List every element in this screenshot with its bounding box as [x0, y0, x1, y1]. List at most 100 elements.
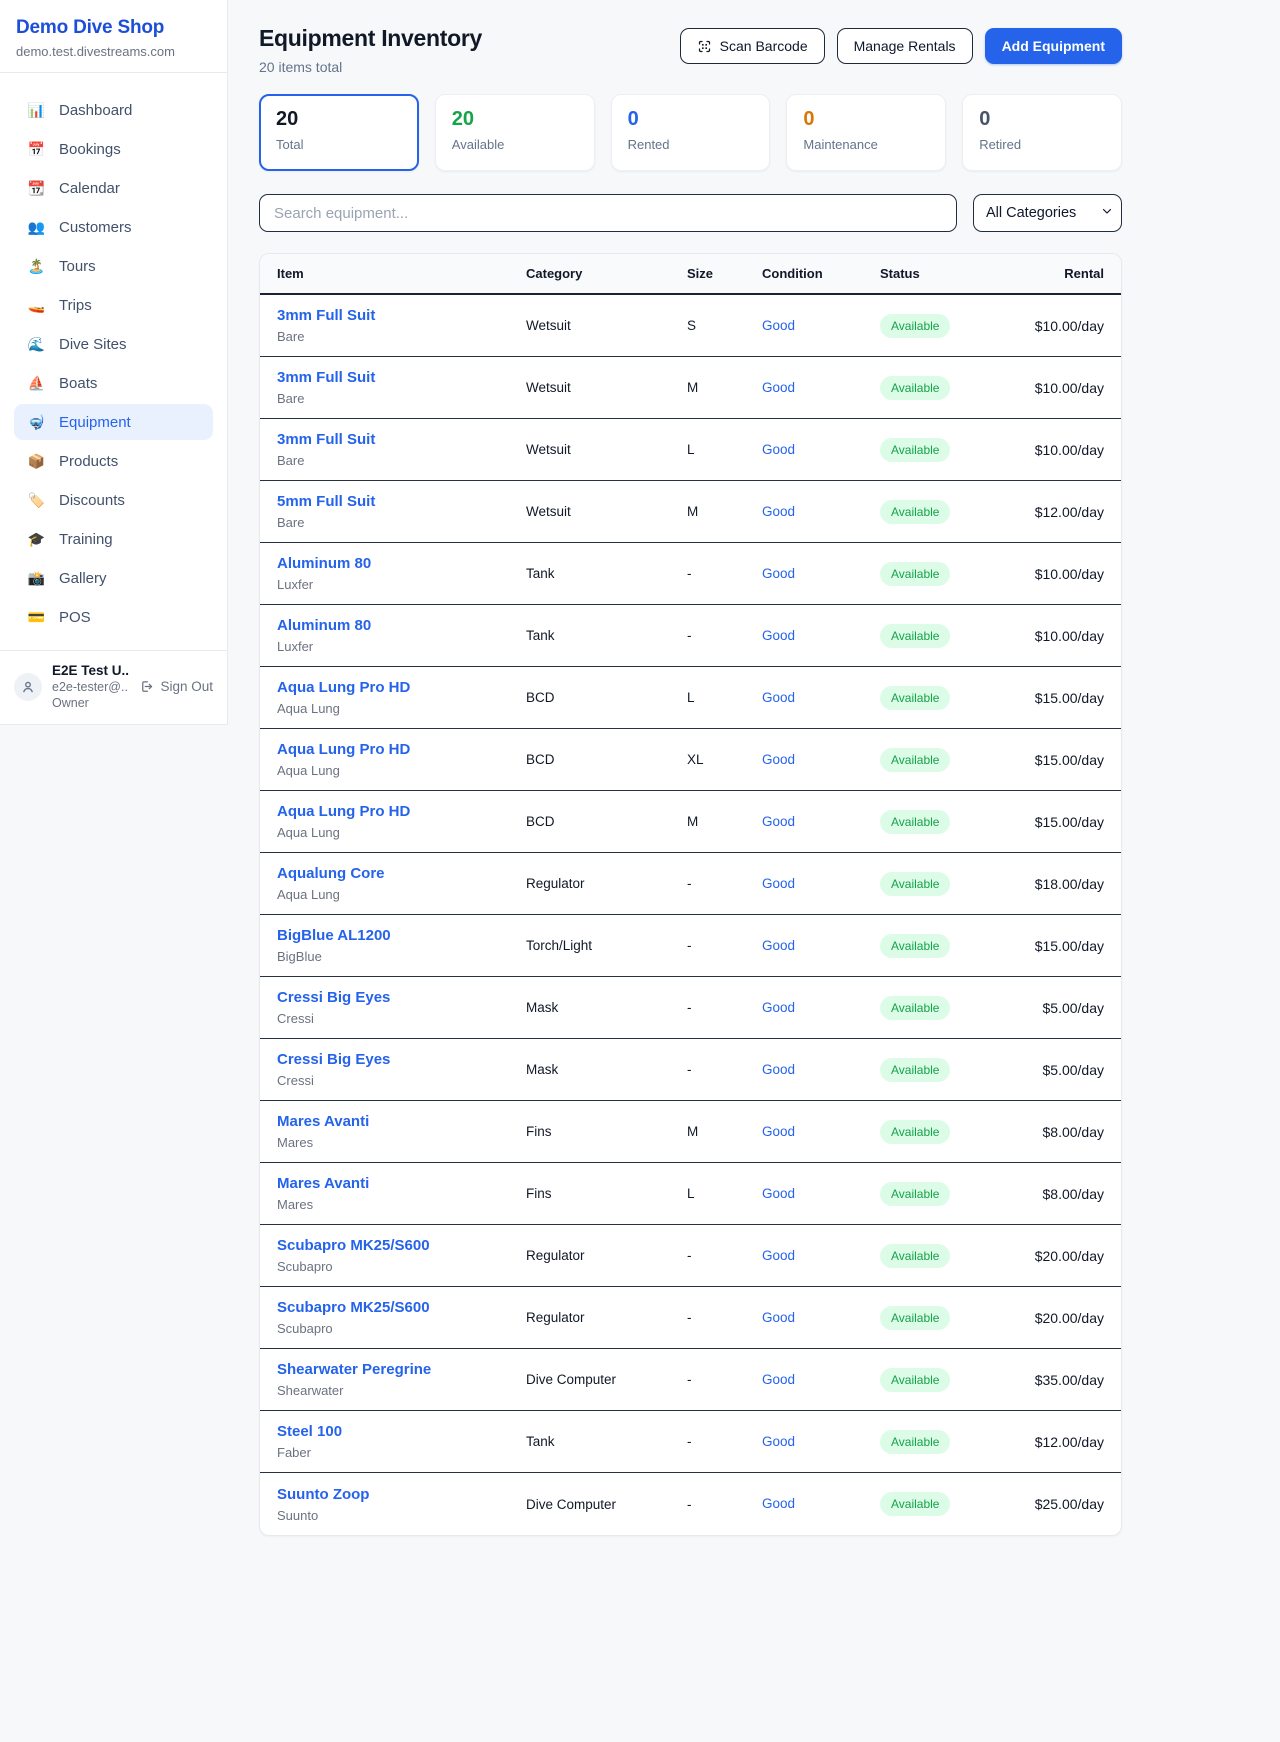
stat-card-available[interactable]: 20 Available [435, 94, 595, 171]
status-cell: Available [880, 748, 1010, 772]
item-cell: Aqualung Core Aqua Lung [277, 865, 526, 902]
item-condition-link[interactable]: Good [762, 442, 795, 457]
sidebar-item-dashboard[interactable]: 📊 Dashboard [14, 92, 213, 128]
status-badge: Available [880, 1430, 950, 1454]
sidebar-item-boats[interactable]: ⛵ Boats [14, 365, 213, 401]
item-name-link[interactable]: Scubapro MK25/S600 [277, 1237, 526, 1255]
item-category: Fins [526, 1124, 687, 1139]
sidebar-item-bookings[interactable]: 📅 Bookings [14, 131, 213, 167]
sidebar-item-calendar[interactable]: 📆 Calendar [14, 170, 213, 206]
item-category: Wetsuit [526, 318, 687, 333]
sidebar-item-dive-sites[interactable]: 🌊 Dive Sites [14, 326, 213, 362]
item-name-link[interactable]: 3mm Full Suit [277, 307, 526, 325]
category-select[interactable]: All Categories [973, 194, 1122, 232]
sidebar-item-equipment[interactable]: 🤿 Equipment [14, 404, 213, 440]
tear-off-calendar-icon: 📆 [27, 180, 46, 197]
item-size: - [687, 876, 762, 891]
item-name-link[interactable]: Mares Avanti [277, 1113, 526, 1131]
item-condition-link[interactable]: Good [762, 1434, 795, 1449]
search-input[interactable] [259, 194, 957, 232]
item-brand: Aqua Lung [277, 763, 526, 778]
item-condition-link[interactable]: Good [762, 318, 795, 333]
sign-out-button[interactable]: Sign Out [139, 679, 213, 694]
item-category: Fins [526, 1186, 687, 1201]
item-name-link[interactable]: Shearwater Peregrine [277, 1361, 526, 1379]
sidebar-item-customers[interactable]: 👥 Customers [14, 209, 213, 245]
item-size: XL [687, 752, 762, 767]
item-condition-link[interactable]: Good [762, 1186, 795, 1201]
stat-card-rented[interactable]: 0 Rented [611, 94, 771, 171]
item-condition-link[interactable]: Good [762, 1372, 795, 1387]
sidebar-item-label: Dashboard [59, 102, 132, 119]
shop-title[interactable]: Demo Dive Shop [16, 17, 211, 39]
item-name-link[interactable]: Steel 100 [277, 1423, 526, 1441]
sidebar-item-gallery[interactable]: 📸 Gallery [14, 560, 213, 596]
item-cell: Suunto Zoop Suunto [277, 1486, 526, 1523]
user-role: Owner [52, 696, 129, 710]
item-name-link[interactable]: Aluminum 80 [277, 617, 526, 635]
scan-barcode-button[interactable]: Scan Barcode [680, 28, 825, 64]
col-header-condition: Condition [762, 266, 880, 281]
item-name-link[interactable]: Cressi Big Eyes [277, 989, 526, 1007]
item-condition-link[interactable]: Good [762, 752, 795, 767]
condition-cell: Good [762, 875, 880, 893]
item-condition-link[interactable]: Good [762, 504, 795, 519]
item-category: Regulator [526, 1248, 687, 1263]
item-size: - [687, 566, 762, 581]
condition-cell: Good [762, 627, 880, 645]
stat-card-total[interactable]: 20 Total [259, 94, 419, 171]
item-condition-link[interactable]: Good [762, 1310, 795, 1325]
sidebar-item-trips[interactable]: 🚤 Trips [14, 287, 213, 323]
item-condition-link[interactable]: Good [762, 1248, 795, 1263]
item-brand: Bare [277, 515, 526, 530]
item-name-link[interactable]: Aqua Lung Pro HD [277, 679, 526, 697]
manage-rentals-button[interactable]: Manage Rentals [837, 28, 973, 64]
item-rental: $8.00/day [1010, 1124, 1104, 1140]
item-cell: 5mm Full Suit Bare [277, 493, 526, 530]
status-cell: Available [880, 1368, 1010, 1392]
table-row: Mares Avanti Mares Fins M Good Available… [260, 1101, 1121, 1163]
sidebar-item-tours[interactable]: 🏝️ Tours [14, 248, 213, 284]
item-condition-link[interactable]: Good [762, 1496, 795, 1511]
table-row: BigBlue AL1200 BigBlue Torch/Light - Goo… [260, 915, 1121, 977]
page-title: Equipment Inventory [259, 25, 482, 52]
sidebar-item-discounts[interactable]: 🏷️ Discounts [14, 482, 213, 518]
item-condition-link[interactable]: Good [762, 814, 795, 829]
stat-card-retired[interactable]: 0 Retired [962, 94, 1122, 171]
item-category: Wetsuit [526, 442, 687, 457]
item-name-link[interactable]: 3mm Full Suit [277, 431, 526, 449]
item-condition-link[interactable]: Good [762, 628, 795, 643]
item-condition-link[interactable]: Good [762, 938, 795, 953]
sidebar-item-pos[interactable]: 💳 POS [14, 599, 213, 635]
item-condition-link[interactable]: Good [762, 690, 795, 705]
item-condition-link[interactable]: Good [762, 876, 795, 891]
item-condition-link[interactable]: Good [762, 1062, 795, 1077]
item-name-link[interactable]: Mares Avanti [277, 1175, 526, 1193]
item-condition-link[interactable]: Good [762, 566, 795, 581]
item-name-link[interactable]: 5mm Full Suit [277, 493, 526, 511]
item-size: - [687, 938, 762, 953]
item-size: - [687, 1000, 762, 1015]
status-badge: Available [880, 1306, 950, 1330]
bar-chart-icon: 📊 [27, 102, 46, 119]
item-cell: Shearwater Peregrine Shearwater [277, 1361, 526, 1398]
add-equipment-button[interactable]: Add Equipment [985, 28, 1122, 64]
item-name-link[interactable]: Cressi Big Eyes [277, 1051, 526, 1069]
item-name-link[interactable]: Aqualung Core [277, 865, 526, 883]
stat-card-maintenance[interactable]: 0 Maintenance [786, 94, 946, 171]
item-name-link[interactable]: Aqua Lung Pro HD [277, 741, 526, 759]
item-name-link[interactable]: 3mm Full Suit [277, 369, 526, 387]
item-name-link[interactable]: Aqua Lung Pro HD [277, 803, 526, 821]
status-badge: Available [880, 438, 950, 462]
item-condition-link[interactable]: Good [762, 1000, 795, 1015]
item-name-link[interactable]: Aluminum 80 [277, 555, 526, 573]
item-size: - [687, 1434, 762, 1449]
status-cell: Available [880, 1244, 1010, 1268]
item-condition-link[interactable]: Good [762, 380, 795, 395]
item-condition-link[interactable]: Good [762, 1124, 795, 1139]
item-name-link[interactable]: Scubapro MK25/S600 [277, 1299, 526, 1317]
sidebar-item-products[interactable]: 📦 Products [14, 443, 213, 479]
sidebar-item-training[interactable]: 🎓 Training [14, 521, 213, 557]
item-name-link[interactable]: BigBlue AL1200 [277, 927, 526, 945]
item-name-link[interactable]: Suunto Zoop [277, 1486, 526, 1504]
